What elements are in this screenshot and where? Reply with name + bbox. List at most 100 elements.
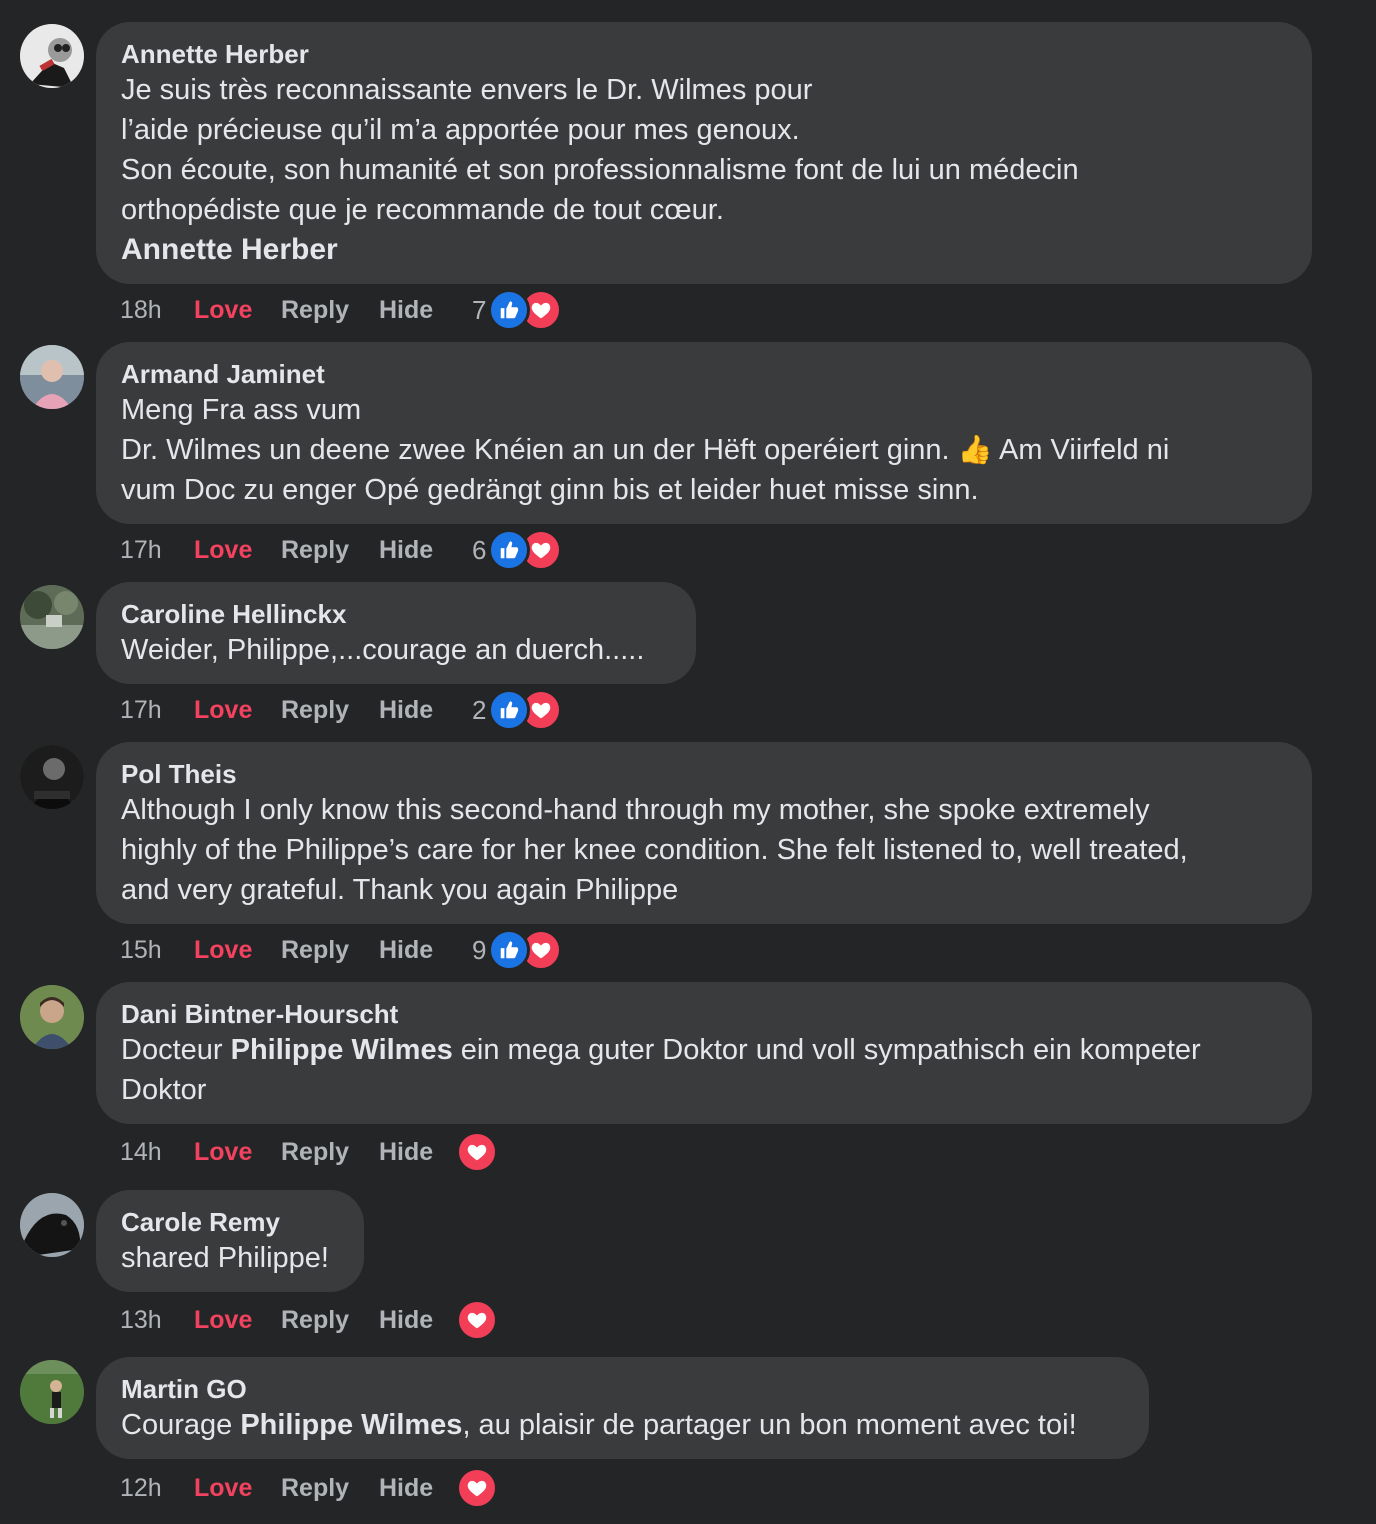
comment-text: shared Philippe! — [121, 1238, 339, 1278]
reply-button[interactable]: Reply — [281, 1306, 379, 1335]
timestamp[interactable]: 13h — [120, 1306, 194, 1335]
timestamp[interactable]: 17h — [120, 536, 194, 565]
comment-line-part: Dr. Wilmes un deene zwee Knéien an un de… — [121, 434, 950, 466]
heart-icon — [456, 1299, 498, 1341]
hide-button[interactable]: Hide — [379, 936, 472, 965]
comment-actions: 17h Love Reply Hide 2 — [120, 689, 563, 731]
comment-bubble: Carole Remy shared Philippe! — [96, 1190, 364, 1292]
comment-actions: 17h Love Reply Hide 6 — [120, 529, 563, 571]
comment-line: Son écoute, son humanité et son professi… — [121, 154, 1079, 186]
hide-button[interactable]: Hide — [379, 296, 472, 325]
reply-button[interactable]: Reply — [281, 296, 379, 325]
reply-button[interactable]: Reply — [281, 536, 379, 565]
like-icon — [488, 289, 531, 331]
comment-bubble: Dani Bintner-Hourscht Docteur Philippe W… — [96, 982, 1312, 1124]
avatar[interactable] — [20, 985, 84, 1049]
comment-bubble: Annette Herber Je suis très reconnaissan… — [96, 22, 1312, 284]
comment-bubble: Martin GO Courage Philippe Wilmes, au pl… — [96, 1357, 1149, 1459]
comment-text: Weider, Philippe,...courage an duerch...… — [121, 630, 671, 670]
author-name[interactable]: Dani Bintner-Hourscht — [121, 998, 1287, 1030]
author-name[interactable]: Armand Jaminet — [121, 358, 1287, 390]
comment-text: Docteur Philippe Wilmes ein mega guter D… — [121, 1030, 1287, 1110]
timestamp[interactable]: 15h — [120, 936, 194, 965]
hide-button[interactable]: Hide — [379, 696, 472, 725]
reaction-count: 6 — [472, 534, 487, 565]
avatar[interactable] — [20, 585, 84, 649]
love-button[interactable]: Love — [194, 536, 281, 565]
reaction-summary[interactable]: 6 — [472, 529, 563, 571]
reaction-count: 7 — [472, 294, 487, 325]
avatar[interactable] — [20, 1360, 84, 1424]
comment-line: vum Doc zu enger Opé gedrängt ginn bis e… — [121, 474, 979, 506]
comment-line: Je suis très reconnaissante envers le Dr… — [121, 74, 813, 106]
love-button[interactable]: Love — [194, 1306, 281, 1335]
reaction-summary[interactable]: 9 — [472, 929, 563, 971]
comment-line-part: Courage — [121, 1409, 241, 1441]
reaction-count: 9 — [472, 934, 487, 965]
comment-text: Meng Fra ass vum Dr. Wilmes un deene zwe… — [121, 390, 1287, 510]
author-name[interactable]: Martin GO — [121, 1373, 1124, 1405]
mention-link[interactable]: Philippe Wilmes — [240, 1409, 462, 1441]
mention-link[interactable]: Philippe Wilmes — [231, 1034, 453, 1066]
reaction-summary[interactable] — [456, 1299, 498, 1341]
reply-button[interactable]: Reply — [281, 1474, 379, 1503]
love-button[interactable]: Love — [194, 296, 281, 325]
love-button[interactable]: Love — [194, 936, 281, 965]
comment-line: Dr. Wilmes un deene zwee Knéien an un de… — [121, 430, 1287, 470]
comment-line: l’aide précieuse qu’il m’a apportée pour… — [121, 114, 800, 146]
reply-button[interactable]: Reply — [281, 1138, 379, 1167]
comment-line-part: , au plaisir de partager un bon moment a… — [462, 1409, 1077, 1441]
timestamp[interactable]: 14h — [120, 1138, 194, 1167]
reaction-summary[interactable]: 7 — [472, 289, 563, 331]
heart-icon — [456, 1131, 498, 1173]
comment-line: highly of the Philippe’s care for her kn… — [121, 834, 1188, 866]
comment-line-part: Docteur — [121, 1034, 231, 1066]
comment-line: Courage Philippe Wilmes, au plaisir de p… — [121, 1405, 1124, 1445]
like-icon — [488, 529, 531, 571]
reaction-summary[interactable]: 2 — [472, 689, 563, 731]
reaction-summary[interactable] — [456, 1467, 498, 1509]
thumbs-up-emoji-icon: 👍 — [957, 433, 993, 466]
author-name[interactable]: Annette Herber — [121, 38, 1287, 70]
hide-button[interactable]: Hide — [379, 536, 472, 565]
reply-button[interactable]: Reply — [281, 936, 379, 965]
comment-actions: 12h Love Reply Hide — [120, 1467, 498, 1509]
avatar[interactable] — [20, 1193, 84, 1257]
like-icon — [488, 689, 531, 731]
comment-bubble: Armand Jaminet Meng Fra ass vum Dr. Wilm… — [96, 342, 1312, 524]
comment-actions: 15h Love Reply Hide 9 — [120, 929, 563, 971]
author-name[interactable]: Carole Remy — [121, 1206, 339, 1238]
timestamp[interactable]: 18h — [120, 296, 194, 325]
like-icon — [488, 929, 531, 971]
author-name[interactable]: Pol Theis — [121, 758, 1287, 790]
comment-line-part: Am Viirfeld ni — [999, 434, 1170, 466]
avatar[interactable] — [20, 24, 84, 88]
reaction-summary[interactable] — [456, 1131, 498, 1173]
comment-actions: 18h Love Reply Hide 7 — [120, 289, 563, 331]
comment-line: Doktor — [121, 1074, 207, 1106]
comment-text: Je suis très reconnaissante envers le Dr… — [121, 70, 1287, 270]
love-button[interactable]: Love — [194, 1474, 281, 1503]
comment-bubble: Pol Theis Although I only know this seco… — [96, 742, 1312, 924]
comment-line: orthopédiste que je recommande de tout c… — [121, 194, 724, 226]
comment-line: Although I only know this second-hand th… — [121, 794, 1150, 826]
comment-line: shared Philippe! — [121, 1242, 329, 1274]
comment-bubble: Caroline Hellinckx Weider, Philippe,...c… — [96, 582, 696, 684]
love-button[interactable]: Love — [194, 1138, 281, 1167]
comment-line-part: ein mega guter Doktor und voll sympathis… — [452, 1034, 1201, 1066]
timestamp[interactable]: 17h — [120, 696, 194, 725]
comment-actions: 13h Love Reply Hide — [120, 1299, 498, 1341]
comment-line: and very grateful. Thank you again Phili… — [121, 874, 679, 906]
comment-actions: 14h Love Reply Hide — [120, 1131, 498, 1173]
timestamp[interactable]: 12h — [120, 1474, 194, 1503]
reply-button[interactable]: Reply — [281, 696, 379, 725]
heart-icon — [456, 1467, 498, 1509]
author-name[interactable]: Caroline Hellinckx — [121, 598, 671, 630]
comment-signature: Annette Herber — [121, 233, 338, 266]
reaction-count: 2 — [472, 694, 487, 725]
avatar[interactable] — [20, 745, 84, 809]
avatar[interactable] — [20, 345, 84, 409]
comment-line: Meng Fra ass vum — [121, 394, 362, 426]
comment-line: Weider, Philippe,...courage an duerch...… — [121, 634, 645, 666]
love-button[interactable]: Love — [194, 696, 281, 725]
